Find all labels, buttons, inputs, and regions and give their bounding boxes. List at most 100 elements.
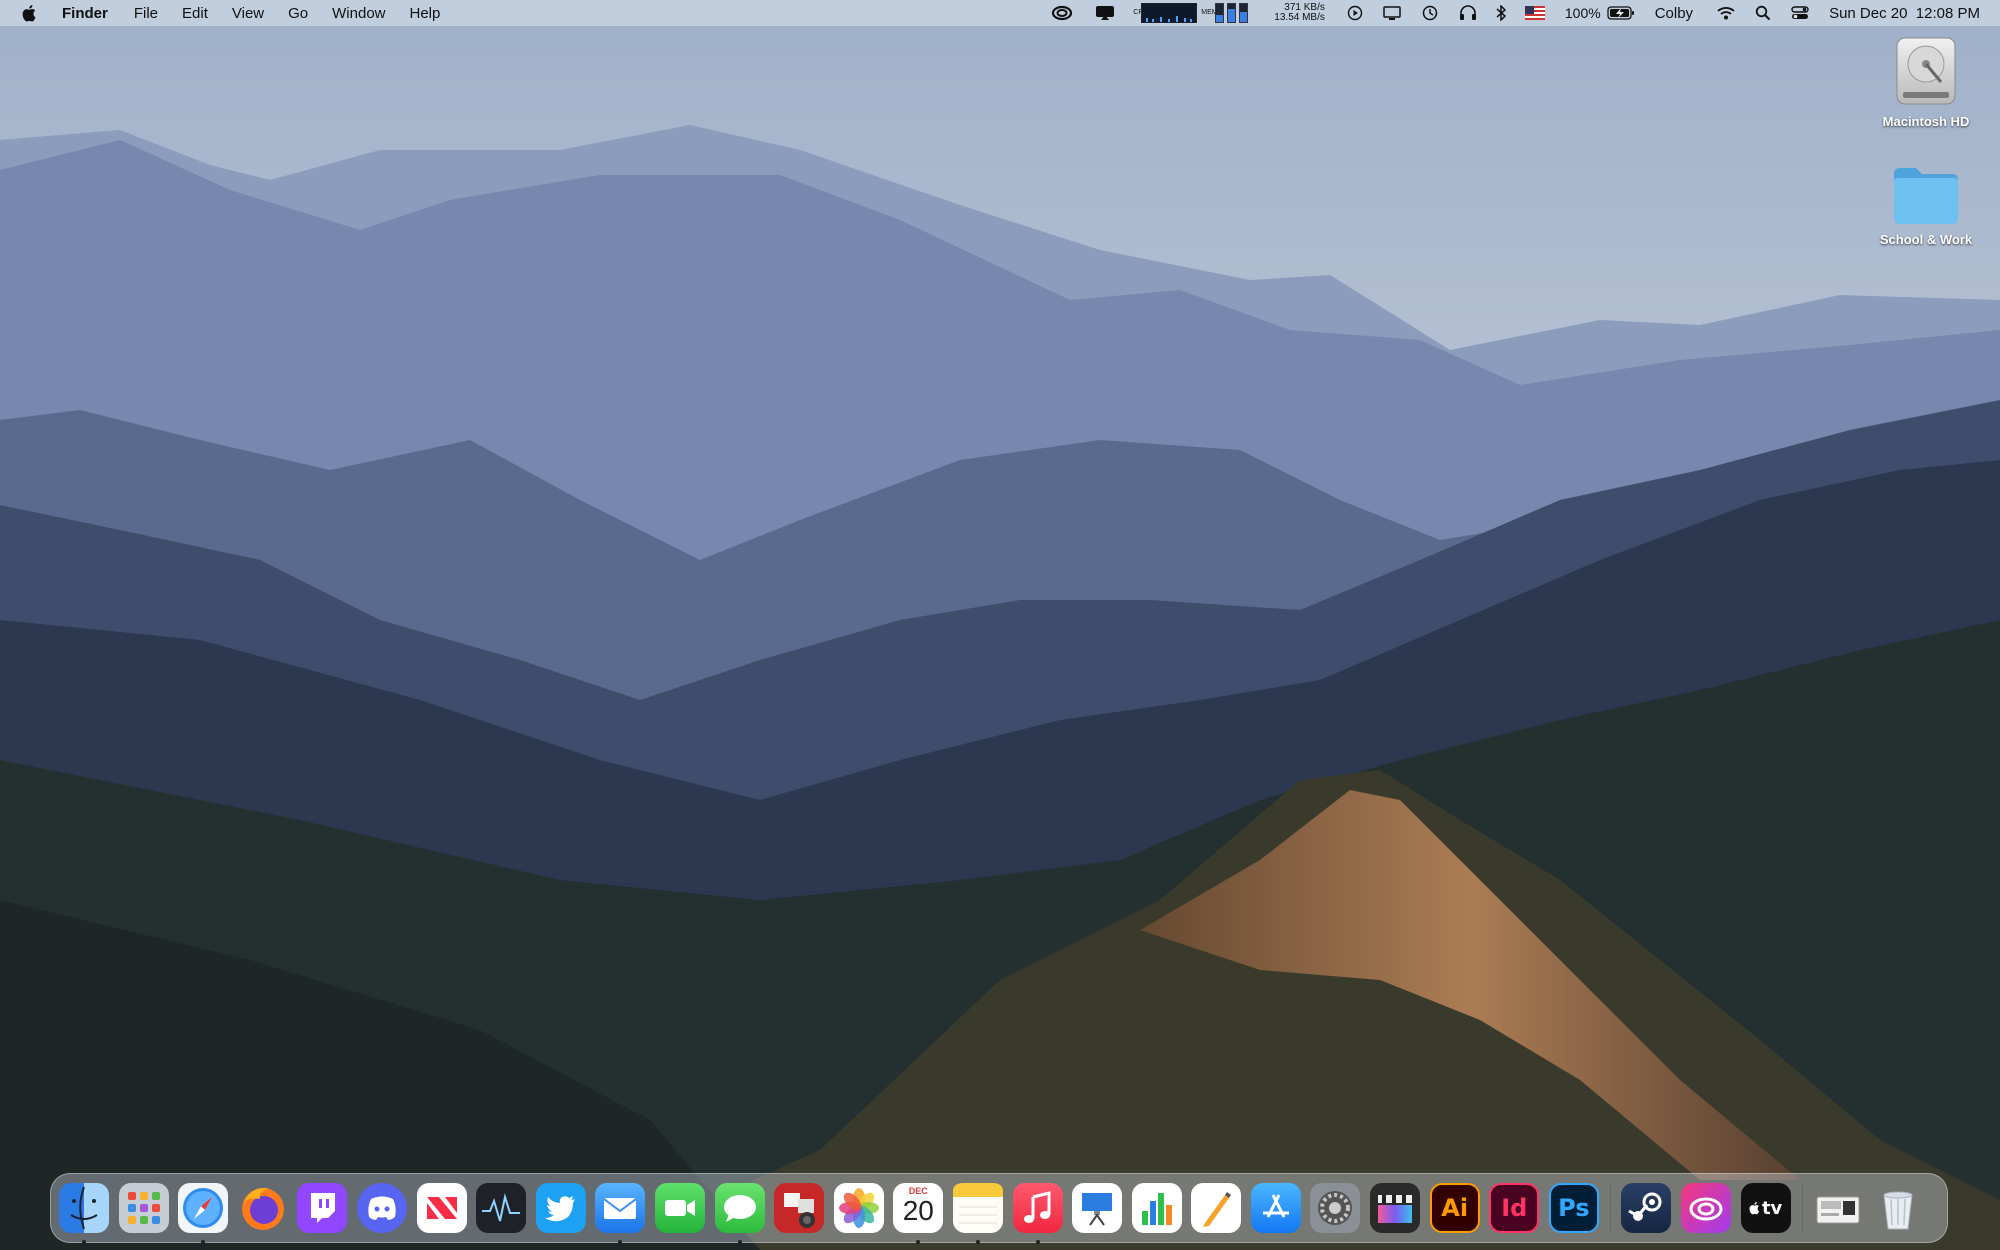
- network-monitor[interactable]: 371 KB/s 13.54 MB/s: [1264, 0, 1325, 26]
- headphones-icon[interactable]: [1459, 0, 1477, 26]
- numbers-icon: [1141, 1193, 1172, 1225]
- running-indicator: [737, 1240, 742, 1244]
- menu-help[interactable]: Help: [410, 5, 441, 22]
- dock: DEC 20 Ai Id Ps tv: [50, 1173, 1948, 1244]
- trash-icon: [1883, 1191, 1913, 1230]
- dock-item-apple-tv[interactable]: tv: [1740, 1183, 1791, 1233]
- creative-cloud-status-icon[interactable]: [1051, 0, 1073, 26]
- dock-item-mail[interactable]: [595, 1183, 646, 1244]
- dock-item-numbers[interactable]: [1131, 1183, 1182, 1233]
- menu-app-name[interactable]: Finder: [62, 5, 108, 22]
- dock-item-twitch[interactable]: [297, 1183, 348, 1233]
- menu-go[interactable]: Go: [288, 5, 308, 22]
- dock-item-photoshop[interactable]: Ps: [1548, 1183, 1599, 1233]
- notes-icon: [952, 1183, 1003, 1224]
- dock-item-app-store[interactable]: [1250, 1183, 1301, 1233]
- dock-item-notes[interactable]: [952, 1183, 1003, 1244]
- dock-item-photo-booth[interactable]: [774, 1183, 825, 1233]
- control-center-icon[interactable]: [1791, 0, 1809, 26]
- dock-item-trash[interactable]: [1873, 1183, 1923, 1233]
- calendar-day: 20: [902, 1195, 934, 1226]
- menu-window[interactable]: Window: [332, 5, 385, 22]
- dock-item-final-cut-pro[interactable]: [1370, 1183, 1421, 1233]
- dock-separator: [1610, 1183, 1612, 1233]
- dock-item-photos[interactable]: [833, 1183, 884, 1233]
- hard-drive-icon: [1896, 37, 1956, 105]
- discord-icon: [368, 1196, 396, 1220]
- dock-item-messages[interactable]: [714, 1183, 765, 1244]
- dock-item-calendar[interactable]: DEC 20: [893, 1183, 944, 1244]
- launchpad-icon: [127, 1192, 160, 1224]
- dock-item-facetime[interactable]: [654, 1183, 705, 1233]
- cpu-label: CPU: [1133, 9, 1148, 16]
- dock-item-safari[interactable]: [178, 1183, 229, 1244]
- play-icon[interactable]: [1347, 0, 1363, 26]
- memory-monitor[interactable]: MEM: [1201, 0, 1249, 26]
- spotlight-search-icon[interactable]: [1755, 0, 1771, 26]
- finder-icon: [70, 1186, 98, 1230]
- activity-monitor-icon: [482, 1193, 521, 1222]
- menu-file[interactable]: File: [134, 5, 158, 22]
- twitter-icon: [544, 1196, 575, 1222]
- mem-label: MEM: [1201, 9, 1218, 16]
- menu-edit[interactable]: Edit: [182, 5, 208, 22]
- twitch-icon: [311, 1193, 336, 1223]
- menu-bar: Finder File Edit View Go Window Help CPU…: [0, 0, 2000, 26]
- user-name[interactable]: Colby: [1655, 0, 1693, 26]
- menu-view[interactable]: View: [232, 5, 264, 22]
- music-icon: [1023, 1191, 1050, 1223]
- bluetooth-icon[interactable]: [1495, 0, 1507, 26]
- dock-item-discord[interactable]: [356, 1183, 407, 1233]
- dock-item-music[interactable]: [1012, 1183, 1063, 1244]
- apple-menu-icon[interactable]: [22, 4, 44, 22]
- steam-icon: [1628, 1192, 1662, 1221]
- date-time[interactable]: Sun Dec 20 12:08 PM: [1829, 0, 1980, 26]
- wifi-icon[interactable]: [1717, 0, 1735, 26]
- desktop-icon-label: Macintosh HD: [1882, 114, 1970, 129]
- desktop-icon-school-work[interactable]: School & Work: [1866, 164, 1986, 247]
- desktop-icon-macintosh-hd[interactable]: Macintosh HD: [1866, 36, 1986, 129]
- dock-item-pages[interactable]: [1191, 1183, 1242, 1233]
- dock-item-finder[interactable]: [59, 1183, 109, 1244]
- indesign-icon: Id: [1501, 1194, 1528, 1222]
- facetime-icon: [664, 1200, 695, 1216]
- dock-item-downloads-stack[interactable]: [1813, 1183, 1863, 1233]
- creative-cloud-icon: [1689, 1197, 1723, 1221]
- desktop-wallpaper: [0, 0, 2000, 1250]
- battery-charging-icon[interactable]: [1607, 0, 1635, 26]
- dock-item-twitter[interactable]: [535, 1183, 586, 1233]
- dock-item-firefox[interactable]: [238, 1183, 288, 1233]
- memory-blocks: [1215, 3, 1249, 23]
- dock-item-launchpad[interactable]: [118, 1183, 169, 1233]
- dock-item-keynote[interactable]: [1072, 1183, 1123, 1233]
- cpu-monitor[interactable]: CPU: [1133, 0, 1198, 26]
- pages-icon: [1203, 1192, 1232, 1227]
- input-source-flag-icon[interactable]: [1524, 0, 1545, 26]
- network-download-rate: 13.54 MB/s: [1274, 12, 1325, 23]
- folder-icon: [1894, 168, 1958, 224]
- time-machine-icon[interactable]: [1421, 0, 1439, 26]
- system-preferences-icon: [1318, 1191, 1353, 1225]
- final-cut-pro-icon: [1378, 1195, 1413, 1223]
- battery-percent[interactable]: 100%: [1565, 0, 1601, 26]
- dock-item-system-preferences[interactable]: [1310, 1183, 1361, 1233]
- photo-booth-icon: [784, 1193, 816, 1228]
- keynote-icon: [1082, 1193, 1113, 1226]
- display-status-icon[interactable]: [1095, 0, 1115, 26]
- dock-item-activity-monitor[interactable]: [476, 1183, 527, 1233]
- running-indicator: [1035, 1240, 1040, 1244]
- safari-icon: [183, 1188, 224, 1228]
- dock-item-steam[interactable]: [1621, 1183, 1672, 1233]
- airplay-display-icon[interactable]: [1383, 0, 1401, 26]
- dock-item-indesign[interactable]: Id: [1489, 1183, 1540, 1233]
- running-indicator: [82, 1240, 86, 1244]
- running-indicator: [975, 1240, 980, 1244]
- dock-item-news[interactable]: [416, 1183, 467, 1233]
- mail-icon: [603, 1198, 637, 1219]
- dock-item-creative-cloud[interactable]: [1681, 1183, 1732, 1233]
- photos-icon: [838, 1188, 879, 1228]
- photoshop-icon: Ps: [1558, 1194, 1590, 1222]
- dock-item-illustrator[interactable]: Ai: [1429, 1183, 1480, 1233]
- apple-tv-label: tv: [1761, 1197, 1783, 1219]
- apple-tv-icon: tv: [1741, 1183, 1791, 1233]
